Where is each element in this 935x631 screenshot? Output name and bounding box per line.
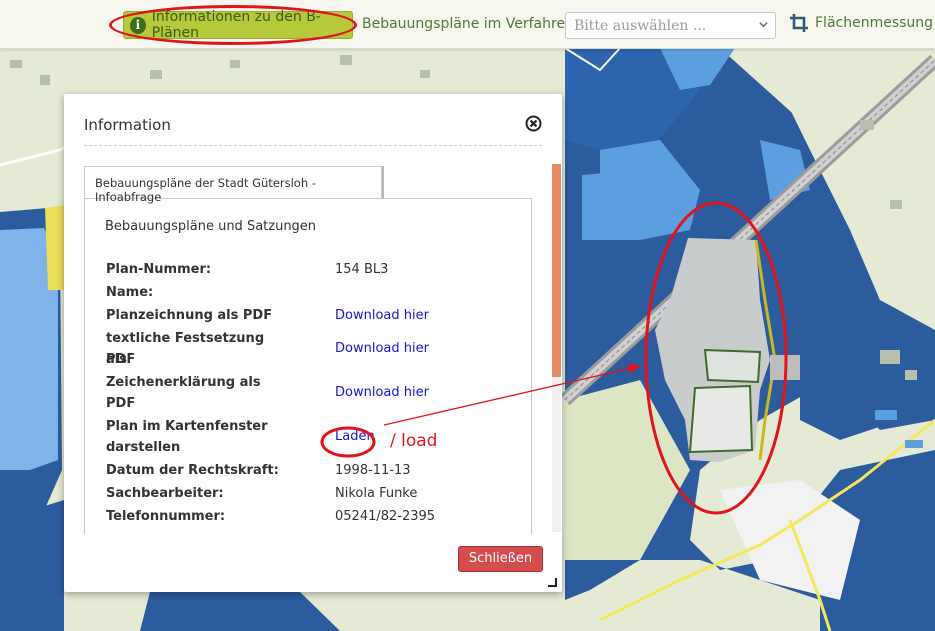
download-text-pdf-link[interactable]: Download hier	[335, 338, 429, 359]
info-panel: Bebauungspläne und Satzungen Plan-Nummer…	[84, 198, 532, 534]
crop-icon	[790, 14, 808, 32]
tab-shadow	[382, 166, 384, 199]
value-clerk: Nikola Funke	[335, 486, 418, 501]
value-plan-number: 154 BL3	[335, 262, 389, 277]
area-measure-label: Flächenmessung	[815, 15, 934, 31]
label-phone: Telefonnummer:	[106, 509, 226, 524]
info-icon: i	[130, 16, 146, 34]
label-show-plan-line2: darstellen	[106, 440, 181, 455]
label-text-pdf-line2: PDF	[106, 352, 136, 367]
scrollbar-thumb[interactable]	[552, 164, 561, 377]
value-phone: 05241/82-2395	[335, 509, 436, 524]
close-icon[interactable]	[525, 115, 542, 132]
label-date: Datum der Rechtskraft:	[106, 463, 279, 478]
value-date: 1998-11-13	[335, 463, 411, 478]
load-plan-link[interactable]: Laden	[335, 426, 375, 447]
chevron-down-icon	[759, 22, 768, 28]
label-show-plan-line1: Plan im Kartenfenster	[106, 419, 268, 434]
dialog-title: Information	[84, 116, 171, 134]
label-name: Name:	[106, 285, 154, 300]
label-legend-pdf-line2: PDF	[106, 396, 136, 411]
information-dialog: Information Bebauungspläne der Stadt Güt…	[64, 94, 562, 592]
label-plan-pdf: Planzeichnung als PDF	[106, 308, 273, 323]
load-annotation-text: / load	[390, 431, 438, 451]
title-divider	[84, 145, 542, 146]
label-legend-pdf-line1: Zeichenerklärung als	[106, 375, 261, 390]
info-b-plans-button[interactable]: i Informationen zu den B-Plänen	[123, 9, 353, 41]
label-plan-number: Plan-Nummer:	[106, 262, 212, 277]
procedures-link[interactable]: Bebauungspläne im Verfahren	[362, 16, 574, 32]
toolbar: i Informationen zu den B-Plänen Bebauung…	[0, 0, 935, 49]
section-title: Bebauungspläne und Satzungen	[105, 219, 317, 234]
plan-select-placeholder: Bitte auswählen ...	[574, 17, 707, 34]
label-clerk: Sachbearbeiter:	[106, 486, 224, 501]
resize-handle-icon[interactable]	[548, 578, 557, 587]
area-measure-button[interactable]: Flächenmessung	[790, 14, 933, 32]
tab-infoabfrage[interactable]: Bebauungspläne der Stadt Gütersloh - Inf…	[84, 166, 382, 204]
plan-select[interactable]: Bitte auswählen ...	[565, 12, 776, 39]
close-button[interactable]: Schließen	[458, 546, 543, 572]
download-plan-pdf-link[interactable]: Download hier	[335, 305, 429, 326]
info-b-plans-label: Informationen zu den B-Plänen	[151, 9, 321, 41]
download-legend-pdf-link[interactable]: Download hier	[335, 382, 429, 403]
